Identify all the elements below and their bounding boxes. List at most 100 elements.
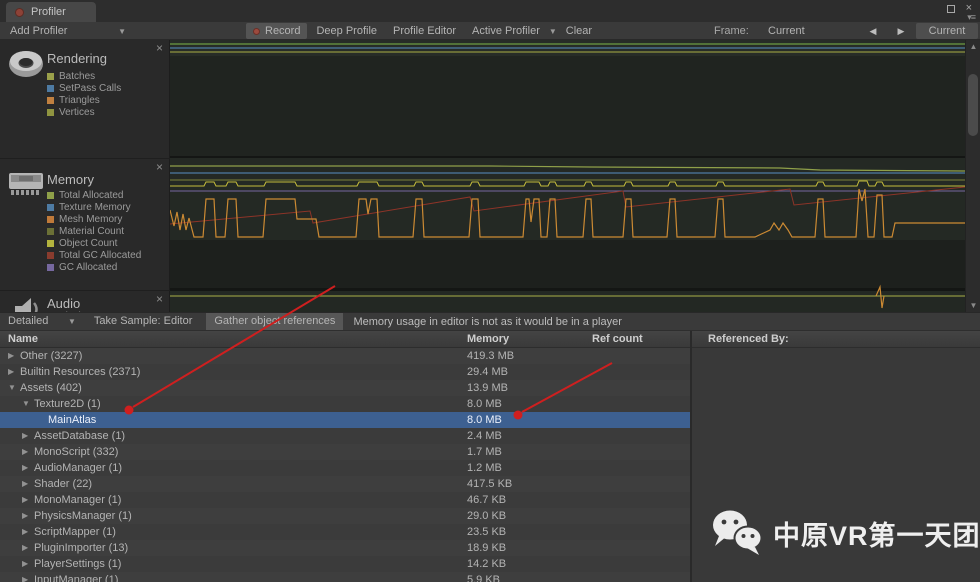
legend-item[interactable]: Vertices <box>47 107 121 118</box>
profiler-icon <box>15 8 24 17</box>
table-row[interactable]: ▶ScriptMapper (1)23.5 KB <box>0 524 690 540</box>
close-icon[interactable]: × <box>156 294 163 304</box>
table-row[interactable]: ▶ PhysicsManager (1) 29.0 KB <box>0 508 690 524</box>
column-ref-count[interactable]: Ref count <box>592 332 643 347</box>
legend-color-swatch[interactable] <box>47 97 54 104</box>
legend-color-swatch[interactable] <box>47 216 54 223</box>
maximize-icon[interactable] <box>947 5 955 13</box>
legend-color-swatch[interactable] <box>47 252 54 259</box>
profiler-modules-column: × Rendering BatchesSetPass CallsTriangle… <box>0 40 170 312</box>
legend-item[interactable]: Total Allocated <box>47 190 141 201</box>
gather-object-references-button[interactable]: Gather object references <box>206 313 343 330</box>
legend-color-swatch[interactable] <box>47 240 54 247</box>
legend-item[interactable]: Texture Memory <box>47 202 141 213</box>
row-memory-value: 8.0 MB <box>467 412 502 428</box>
legend-color-swatch[interactable] <box>47 228 54 235</box>
tree-toggle-icon[interactable]: ▼ <box>22 396 30 412</box>
legend-label: Triangles <box>59 95 100 106</box>
module-title: Rendering <box>47 51 107 66</box>
table-row[interactable]: ▶MonoManager (1)46.7 KB <box>0 492 690 508</box>
chart-band <box>170 240 965 288</box>
legend-item[interactable]: Object Count <box>47 238 141 249</box>
tree-toggle-icon[interactable]: ▶ <box>22 444 28 460</box>
module-audio[interactable]: × Audio Playing Sources <box>0 290 170 312</box>
tree-toggle-icon[interactable]: ▼ <box>8 380 16 396</box>
memory-detail-toolbar: Detailed ▼ Take Sample: Editor Gather ob… <box>0 312 980 331</box>
scroll-up-icon[interactable]: ▲ <box>966 42 980 51</box>
legend-color-swatch[interactable] <box>47 73 54 80</box>
table-row[interactable]: ▶Builtin Resources (2371)29.4 MB <box>0 364 690 380</box>
table-row[interactable]: MainAtlas 8.0 MB <box>0 412 690 428</box>
memory-legend: Total AllocatedTexture MemoryMesh Memory… <box>47 190 141 273</box>
take-sample-button[interactable]: Take Sample: Editor <box>86 313 200 330</box>
next-frame-button[interactable]: ▶ <box>892 23 910 39</box>
active-profiler-caret-icon[interactable]: ▼ <box>549 27 557 36</box>
tree-toggle-icon[interactable]: ▶ <box>22 492 28 508</box>
module-rendering[interactable]: × Rendering BatchesSetPass CallsTriangle… <box>0 40 170 158</box>
table-row[interactable]: ▶MonoScript (332)1.7 MB <box>0 444 690 460</box>
table-row[interactable]: ▶AudioManager (1)1.2 MB <box>0 460 690 476</box>
row-memory-value: 29.0 KB <box>467 508 506 524</box>
table-row[interactable]: ▶Shader (22)417.5 KB <box>0 476 690 492</box>
column-name[interactable]: Name <box>8 332 38 347</box>
clear-button[interactable]: Clear <box>559 23 599 39</box>
legend-item[interactable]: Triangles <box>47 95 121 106</box>
legend-color-swatch[interactable] <box>47 109 54 116</box>
table-row[interactable]: ▶AssetDatabase (1)2.4 MB <box>0 428 690 444</box>
table-row[interactable]: ▶Other (3227)419.3 MB <box>0 348 690 364</box>
legend-color-swatch[interactable] <box>47 85 54 92</box>
row-name: PhysicsManager (1) <box>34 508 132 524</box>
table-row[interactable]: ▼Assets (402)13.9 MB <box>0 380 690 396</box>
profiler-window: Profiler × ▾≡ Add Profiler ▼ Record Deep… <box>0 0 980 582</box>
deep-profile-button[interactable]: Deep Profile <box>309 23 384 39</box>
tree-toggle-icon[interactable]: ▶ <box>22 540 28 556</box>
table-row[interactable]: ▶PluginImporter (13)18.9 KB <box>0 540 690 556</box>
legend-item[interactable]: SetPass Calls <box>47 83 121 94</box>
memory-chip-icon <box>7 170 45 198</box>
active-profiler-button[interactable]: Active Profiler <box>465 23 547 39</box>
tab-label: Profiler <box>31 6 66 18</box>
legend-item[interactable]: Mesh Memory <box>47 214 141 225</box>
scroll-down-icon[interactable]: ▼ <box>966 301 980 310</box>
scrollbar-thumb[interactable] <box>968 74 978 136</box>
rendering-torus-icon <box>7 49 45 79</box>
close-icon[interactable]: × <box>156 43 163 53</box>
legend-color-swatch[interactable] <box>47 192 54 199</box>
legend-label: Total Allocated <box>59 190 124 201</box>
legend-color-swatch[interactable] <box>47 204 54 211</box>
chevron-down-icon[interactable]: ▼ <box>68 317 76 326</box>
table-row[interactable]: ▶PlayerSettings (1)14.2 KB <box>0 556 690 572</box>
profiler-chart-area[interactable] <box>170 40 965 312</box>
row-name: MainAtlas <box>48 412 96 428</box>
tree-toggle-icon[interactable]: ▶ <box>22 508 28 524</box>
column-memory[interactable]: Memory <box>467 332 509 347</box>
tree-toggle-icon[interactable]: ▶ <box>22 428 28 444</box>
tree-toggle-icon[interactable]: ▶ <box>22 524 28 540</box>
legend-item[interactable]: Batches <box>47 71 121 82</box>
detailed-dropdown[interactable]: Detailed <box>0 313 68 330</box>
tree-toggle-icon[interactable]: ▶ <box>22 556 28 572</box>
current-frame-button[interactable]: Current <box>916 23 978 39</box>
module-memory[interactable]: × Memory Total AllocatedTexture MemoryMe… <box>0 158 170 290</box>
profile-editor-button[interactable]: Profile Editor <box>386 23 463 39</box>
tree-toggle-icon[interactable]: ▶ <box>22 476 28 492</box>
record-button[interactable]: Record <box>246 23 307 39</box>
prev-frame-button[interactable]: ◀ <box>864 23 882 39</box>
table-row[interactable]: ▶InputManager (1)5.9 KB <box>0 572 690 582</box>
tab-profiler[interactable]: Profiler <box>6 2 96 22</box>
legend-item[interactable]: Material Count <box>47 226 141 237</box>
legend-color-swatch[interactable] <box>47 264 54 271</box>
legend-item[interactable]: Total GC Allocated <box>47 250 141 261</box>
row-name: MonoManager (1) <box>34 492 121 508</box>
row-memory-value: 8.0 MB <box>467 396 502 412</box>
module-title: Memory <box>47 172 94 187</box>
chart-scrollbar[interactable]: ▲ ▼ <box>965 40 980 312</box>
table-row[interactable]: ▼Texture2D (1)8.0 MB <box>0 396 690 412</box>
tree-toggle-icon[interactable]: ▶ <box>22 572 28 582</box>
add-profiler-dropdown[interactable]: Add Profiler ▼ <box>4 23 132 39</box>
tree-toggle-icon[interactable]: ▶ <box>22 460 28 476</box>
legend-item[interactable]: GC Allocated <box>47 262 141 273</box>
tree-toggle-icon[interactable]: ▶ <box>8 348 14 364</box>
close-icon[interactable]: × <box>156 162 163 172</box>
tree-toggle-icon[interactable]: ▶ <box>8 364 14 380</box>
